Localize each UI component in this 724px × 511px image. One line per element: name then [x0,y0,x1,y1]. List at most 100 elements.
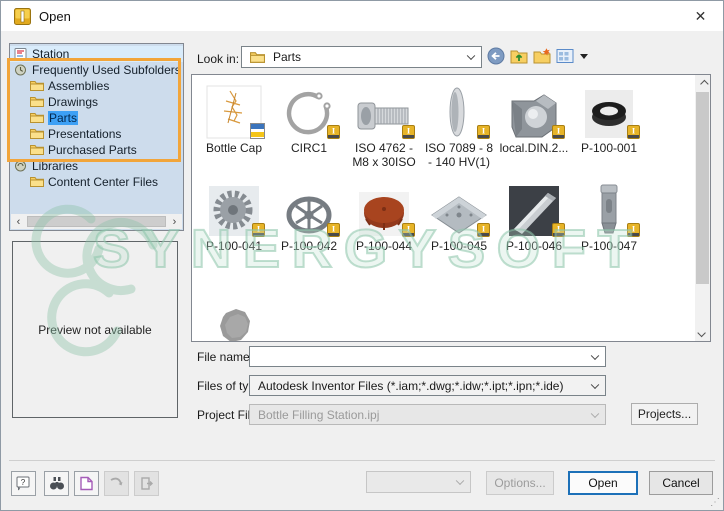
file-item-label: Bottle Cap [205,141,263,155]
ipt-badge-icon: I [477,223,490,240]
folder-icon [250,51,265,63]
folder-icon [30,113,44,123]
new-document-button[interactable] [74,471,99,496]
file-item-label: P-100-044 [355,239,413,253]
file-item-label: P-100-047 [580,239,638,253]
tree-item-libraries[interactable]: Libraries [10,158,183,174]
look-in-value: Parts [273,50,302,64]
file-item[interactable]: I ISO 4762 - M8 x 30ISO [347,81,421,169]
tree-horizontal-scrollbar[interactable]: ‹ › [11,214,182,229]
tree-item-station[interactable]: Station [10,46,183,62]
file-thumbnail: I [572,179,646,237]
open-button[interactable]: Open [568,471,638,495]
cancel-button[interactable]: Cancel [649,471,713,495]
shortcut-button [104,471,129,496]
file-item[interactable]: Bottle Cap [197,81,271,155]
file-list: Bottle Cap I CIRC1 I ISO 4762 - M8 x 30I… [191,74,711,342]
scroll-up-icon[interactable] [695,76,710,91]
options-button: Options... [486,471,554,495]
tree-item-content-center-files[interactable]: Content Center Files [10,174,183,190]
file-item[interactable]: I local.DIN.2... [497,81,571,155]
tree-item-assemblies[interactable]: Assemblies [10,78,183,94]
scroll-down-icon[interactable] [695,325,710,340]
file-item-label: local.DIN.2... [499,141,569,155]
file-item-label: P-100-045 [430,239,488,253]
file-item-label: ISO 7089 - 8 - 140 HV(1) [424,141,494,169]
tree-item-parts-label: Parts [48,111,79,125]
tree-item-parts[interactable]: Parts [10,110,183,126]
file-thumbnail: I [197,179,271,237]
file-thumbnail: I [347,81,421,139]
chevron-down-icon [590,380,600,389]
file-thumbnail [197,299,271,341]
preview-message: Preview not available [38,322,152,337]
file-thumbnail: I [572,81,646,139]
find-button[interactable] [44,471,69,496]
scrollbar-thumb[interactable] [696,92,709,284]
ipt-badge-icon: I [477,125,490,142]
file-item[interactable]: I CIRC1 [272,81,346,155]
chevron-down-icon [590,351,600,360]
file-item[interactable]: I P-100-044 [347,179,421,253]
design-assistant-button [134,471,159,496]
folder-icon [30,129,44,139]
tree-item-drawings[interactable]: Drawings [10,94,183,110]
inventor-app-icon [14,7,31,25]
resize-grip[interactable]: ⋰ [710,498,720,508]
file-list-scrollbar[interactable] [695,75,710,341]
tree-item-frequently-used[interactable]: Frequently Used Subfolders [10,62,183,78]
file-item-partial[interactable] [197,299,271,341]
up-one-level-icon[interactable] [510,47,528,65]
ipt-badge-icon: I [327,223,340,240]
close-icon[interactable]: ✕ [678,1,723,31]
file-thumbnail: I [347,179,421,237]
files-of-type-dropdown[interactable]: Autodesk Inventor Files (*.iam;*.dwg;*.i… [249,375,606,396]
ipt-badge-icon: I [402,223,415,240]
titlebar: Open ✕ [1,1,723,31]
file-item[interactable]: I P-100-041 [197,179,271,253]
preview-panel: Preview not available [12,241,178,418]
scroll-left-icon[interactable]: ‹ [11,214,26,229]
project-file-dropdown: Bottle Filling Station.ipj [249,404,606,425]
file-item[interactable]: I ISO 7089 - 8 - 140 HV(1) [422,81,496,169]
file-item[interactable]: I P-100-042 [272,179,346,253]
scroll-right-icon[interactable]: › [167,214,182,229]
view-menu-caret-icon[interactable] [580,53,588,59]
ipt-badge-icon: I [552,125,565,142]
help-button[interactable]: ? [11,471,36,496]
chevron-down-icon [466,51,476,61]
file-item-label: P-100-001 [580,141,638,155]
folder-icon [30,97,44,107]
open-options-dropdown [366,471,471,493]
file-item[interactable]: I P-100-047 [572,179,646,253]
file-thumbnail: I [272,81,346,139]
new-folder-icon[interactable] [533,47,551,65]
exit-door-icon [141,477,153,490]
file-thumbnail: I [422,179,496,237]
folder-icon [30,177,44,187]
dwg-badge-icon [250,123,265,142]
open-dialog: Open ✕ Station Frequently Used Subfolder… [0,0,724,511]
file-name-input[interactable] [249,346,606,367]
file-item-label: P-100-046 [505,239,563,253]
ipt-badge-icon: I [252,223,265,240]
ipt-badge-icon: I [627,125,640,142]
file-item[interactable]: I P-100-001 [572,81,646,155]
file-item-label: P-100-041 [205,239,263,253]
projects-button[interactable]: Projects... [631,403,698,425]
file-item[interactable]: I P-100-046 [497,179,571,253]
ipt-badge-icon: I [327,125,340,142]
chevron-down-icon [590,409,600,418]
document-icon [80,476,93,491]
file-item-label: ISO 4762 - M8 x 30ISO [352,141,416,169]
look-in-dropdown[interactable]: Parts [241,46,482,68]
tree-item-purchased-parts[interactable]: Purchased Parts [10,142,183,158]
tree-item-presentations[interactable]: Presentations [10,126,183,142]
scrollbar-thumb[interactable] [27,216,166,227]
view-menu-icon[interactable] [556,47,574,65]
folder-tree: Station Frequently Used Subfolders Assem… [9,43,184,231]
file-item[interactable]: I P-100-045 [422,179,496,253]
file-item-label: CIRC1 [290,141,327,155]
back-icon[interactable] [487,47,505,65]
binoculars-icon [49,477,64,490]
